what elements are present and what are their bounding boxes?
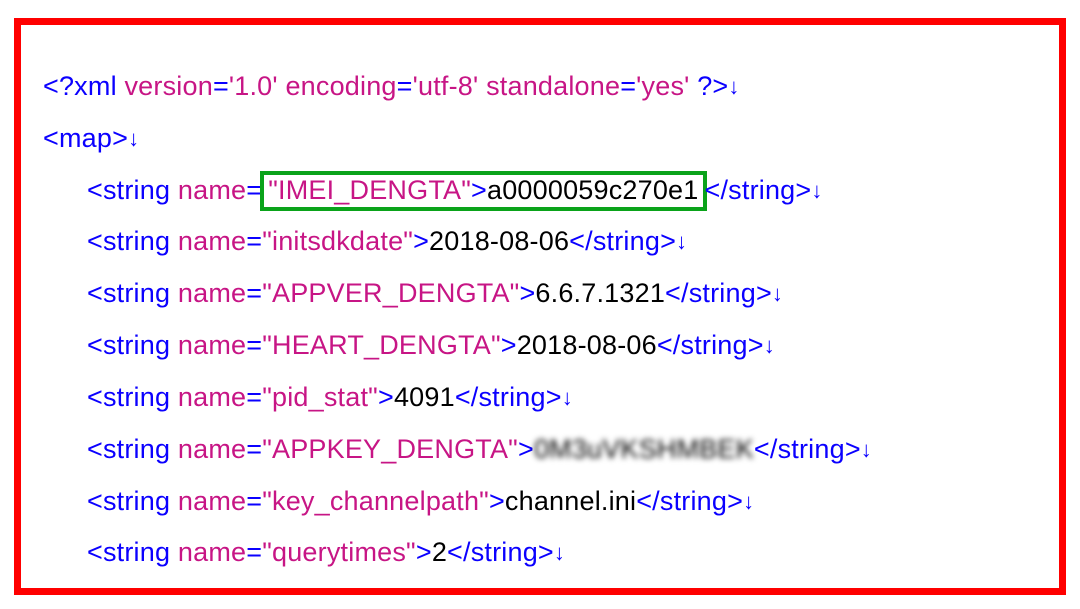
eol-mark: ↓ [861,437,872,462]
xml-standalone-key: standalone [478,71,620,101]
eol-mark: ↓ [764,333,775,358]
eol-mark: ↓ [728,74,739,99]
eol-mark: ↓ [676,229,687,254]
name-attr-key: name [178,226,246,256]
string-open-tag: <string [87,382,178,412]
map-close-tag: </map> [43,589,136,595]
xml-encoding-key: encoding [278,71,397,101]
xml-version-val: '1.0' [229,71,278,101]
xml-encoding-val: 'utf-8' [413,71,479,101]
string-value: a0000059c270e1 [487,175,699,205]
string-open-tag: <string [87,330,178,360]
name-attr-val: "pid_stat" [262,382,378,412]
eol-mark: ↓ [562,385,573,410]
string-close-tag: </string> [754,434,861,464]
name-attr-val: "IMEI_DENGTA" [268,175,471,205]
eol-mark: ↓ [128,126,139,151]
xml-standalone-val: 'yes' [636,71,689,101]
eol-mark: ↓ [554,540,565,565]
string-value: 6.6.7.1321 [535,278,665,308]
name-attr-key: name [178,382,246,412]
string-open-tag: <string [87,486,178,516]
string-value: 4091 [394,382,455,412]
name-attr-key: name [178,278,246,308]
xml-decl-open: <?xml [43,71,124,101]
eol-mark: ↓ [136,592,147,595]
name-attr-val: "initsdkdate" [262,226,413,256]
string-close-tag: </string> [447,537,554,567]
name-attr-key: name [178,434,246,464]
map-open-tag: <map> [43,123,128,153]
name-attr-key: name [178,175,246,205]
string-open-tag: <string [87,434,178,464]
name-attr-val: "APPKEY_DENGTA" [262,434,518,464]
string-close-tag: </string> [657,330,764,360]
string-value-redacted: 0M3uVKSHMBEK [534,424,754,476]
string-open-tag: <string [87,175,178,205]
name-attr-val: "HEART_DENGTA" [262,330,501,360]
name-attr-key: name [178,330,246,360]
eol-mark: ↓ [772,281,783,306]
eol-mark: ↓ [743,489,754,514]
string-close-tag: </string> [665,278,772,308]
xml-decl-close: ?> [690,71,729,101]
name-attr-val: "key_channelpath" [262,486,489,516]
name-attr-val: "APPVER_DENGTA" [262,278,519,308]
string-value: 2018-08-06 [517,330,657,360]
name-attr-key: name [178,486,246,516]
xml-code-block: <?xml version='1.0' encoding='utf-8' sta… [43,61,1037,595]
page-outer: <?xml version='1.0' encoding='utf-8' sta… [0,0,1080,609]
string-value: 2 [432,537,447,567]
string-close-tag: </string> [636,486,743,516]
string-open-tag: <string [87,278,178,308]
string-open-tag: <string [87,226,178,256]
highlight-box: "IMEI_DENGTA">a0000059c270e1 [260,171,706,211]
name-attr-key: name [178,537,246,567]
string-close-tag: </string> [455,382,562,412]
string-value: 2018-08-06 [429,226,569,256]
string-close-tag: </string> [705,175,812,205]
xml-version-key: version [124,71,212,101]
code-frame: <?xml version='1.0' encoding='utf-8' sta… [14,18,1066,595]
eol-mark: ↓ [811,178,822,203]
string-close-tag: </string> [569,226,676,256]
name-attr-val: "querytimes" [262,537,416,567]
string-value: channel.ini [505,486,636,516]
string-open-tag: <string [87,537,178,567]
